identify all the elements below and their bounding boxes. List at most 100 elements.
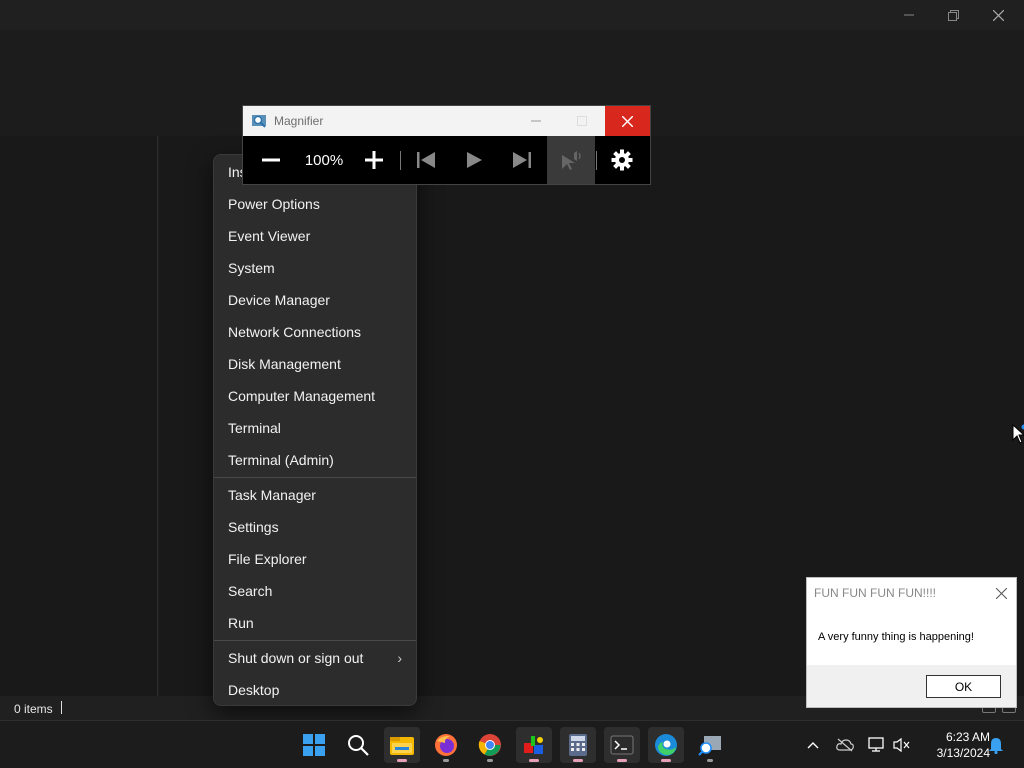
running-indicator — [487, 759, 493, 762]
toolbar-divider — [596, 151, 597, 170]
menu-item-device-manager[interactable]: Device Manager — [214, 284, 416, 316]
menu-item-power-options[interactable]: Power Options — [214, 188, 416, 220]
play-button[interactable] — [456, 136, 492, 184]
magnifier-icon — [698, 736, 721, 756]
taskbar-chrome[interactable] — [472, 727, 508, 763]
zoom-in-button[interactable] — [356, 136, 392, 184]
start-button[interactable] — [296, 727, 332, 763]
taskbar-edge[interactable] — [648, 727, 684, 763]
menu-item-event-viewer[interactable]: Event Viewer — [214, 220, 416, 252]
menu-item-network-connections[interactable]: Network Connections — [214, 316, 416, 348]
file-explorer-icon — [390, 737, 414, 755]
menu-item-label: Settings — [228, 519, 279, 535]
magnifier-maximize-button — [567, 106, 597, 136]
dialog-body: A very funny thing is happening! — [807, 607, 1016, 665]
zoom-out-button[interactable] — [253, 136, 289, 184]
running-indicator — [573, 759, 583, 762]
mouse-cursor-icon — [1012, 424, 1024, 444]
calculator-icon — [569, 734, 587, 756]
magnifier-close-button[interactable] — [605, 106, 650, 136]
onedrive-tray-button[interactable] — [835, 735, 855, 755]
chrome-icon — [478, 734, 501, 756]
menu-item-desktop[interactable]: Desktop — [214, 674, 416, 706]
window-titlebar — [0, 0, 1024, 30]
maximize-icon — [577, 116, 587, 126]
menu-item-search[interactable]: Search — [214, 575, 416, 607]
menu-item-settings[interactable]: Settings — [214, 511, 416, 543]
close-icon — [995, 587, 1007, 599]
taskbar-paint-app[interactable] — [516, 727, 552, 763]
magnifier-titlebar[interactable]: Magnifier — [243, 106, 650, 136]
dialog-title: FUN FUN FUN FUN!!!! — [814, 586, 936, 600]
menu-item-label: Computer Management — [228, 388, 376, 404]
read-from-here-button[interactable] — [547, 136, 595, 184]
plus-icon — [365, 151, 383, 169]
minimize-icon — [903, 14, 914, 16]
dialog-titlebar[interactable]: FUN FUN FUN FUN!!!! — [807, 578, 1016, 607]
menu-item-terminal[interactable]: Terminal — [214, 412, 416, 444]
running-indicator — [707, 759, 713, 762]
network-tray-button[interactable] — [867, 735, 887, 755]
magnifier-toolbar: 100% — [243, 136, 650, 184]
menu-item-label: Power Options — [228, 196, 320, 212]
ok-button[interactable]: OK — [926, 675, 1001, 698]
menu-item-shut-down[interactable]: Shut down or sign out › — [214, 642, 416, 674]
cloud-offline-icon — [836, 738, 854, 752]
running-indicator — [661, 759, 671, 762]
running-indicator — [397, 759, 407, 762]
menu-item-label: Event Viewer — [228, 228, 311, 244]
menu-item-terminal-admin[interactable]: Terminal (Admin) — [214, 444, 416, 476]
running-indicator — [529, 759, 539, 762]
running-indicator — [443, 759, 449, 762]
search-icon — [348, 735, 369, 756]
taskbar-search-button[interactable] — [340, 727, 376, 763]
status-divider — [61, 701, 62, 714]
menu-item-label: Device Manager — [228, 292, 330, 308]
navigation-pane[interactable] — [0, 136, 158, 696]
dialog-close-button[interactable] — [992, 584, 1010, 602]
menu-divider — [214, 477, 416, 478]
next-sentence-button[interactable] — [504, 136, 540, 184]
bell-icon — [989, 738, 1003, 754]
taskbar-magnifier[interactable] — [692, 727, 728, 763]
toolbar-divider — [400, 151, 401, 170]
menu-item-label: Terminal (Admin) — [228, 452, 334, 468]
firefox-icon — [435, 734, 457, 756]
settings-button[interactable] — [604, 136, 640, 184]
magnifier-window: Magnifier 100% — [242, 105, 651, 185]
magnifier-app-icon — [252, 115, 266, 128]
terminal-icon — [610, 735, 634, 755]
close-button[interactable] — [976, 0, 1021, 30]
start-icon — [303, 734, 325, 756]
desktop: 0 items Ins Power Options Event Viewer S… — [0, 0, 1024, 768]
menu-item-file-explorer[interactable]: File Explorer — [214, 543, 416, 575]
show-hidden-icons-button[interactable] — [803, 735, 823, 755]
menu-item-task-manager[interactable]: Task Manager — [214, 479, 416, 511]
play-icon — [467, 152, 482, 168]
taskbar-firefox[interactable] — [428, 727, 464, 763]
menu-item-label: Shut down or sign out — [228, 650, 364, 666]
taskbar-terminal[interactable] — [604, 727, 640, 763]
magnifier-minimize-button[interactable] — [521, 106, 551, 136]
read-from-beginning-button[interactable] — [408, 136, 444, 184]
close-icon — [993, 9, 1004, 21]
menu-item-system[interactable]: System — [214, 252, 416, 284]
minimize-button[interactable] — [886, 0, 931, 30]
volume-tray-button[interactable] — [892, 735, 912, 755]
menu-item-computer-management[interactable]: Computer Management — [214, 380, 416, 412]
clock-time: 6:23 AM — [945, 730, 990, 744]
minimize-icon — [531, 120, 541, 122]
notifications-button[interactable] — [986, 735, 1006, 755]
menu-item-label: System — [228, 260, 275, 276]
gear-icon — [611, 149, 633, 171]
menu-item-label: Network Connections — [228, 324, 362, 340]
menu-item-disk-management[interactable]: Disk Management — [214, 348, 416, 380]
zoom-level: 100% — [304, 151, 344, 169]
menu-divider — [214, 640, 416, 641]
item-count: 0 items — [14, 702, 53, 716]
taskbar-file-explorer[interactable] — [384, 727, 420, 763]
restore-button[interactable] — [931, 0, 976, 30]
taskbar-clock[interactable]: 6:23 AM 3/13/2024 — [918, 729, 990, 761]
taskbar-calculator[interactable] — [560, 727, 596, 763]
menu-item-run[interactable]: Run — [214, 607, 416, 639]
